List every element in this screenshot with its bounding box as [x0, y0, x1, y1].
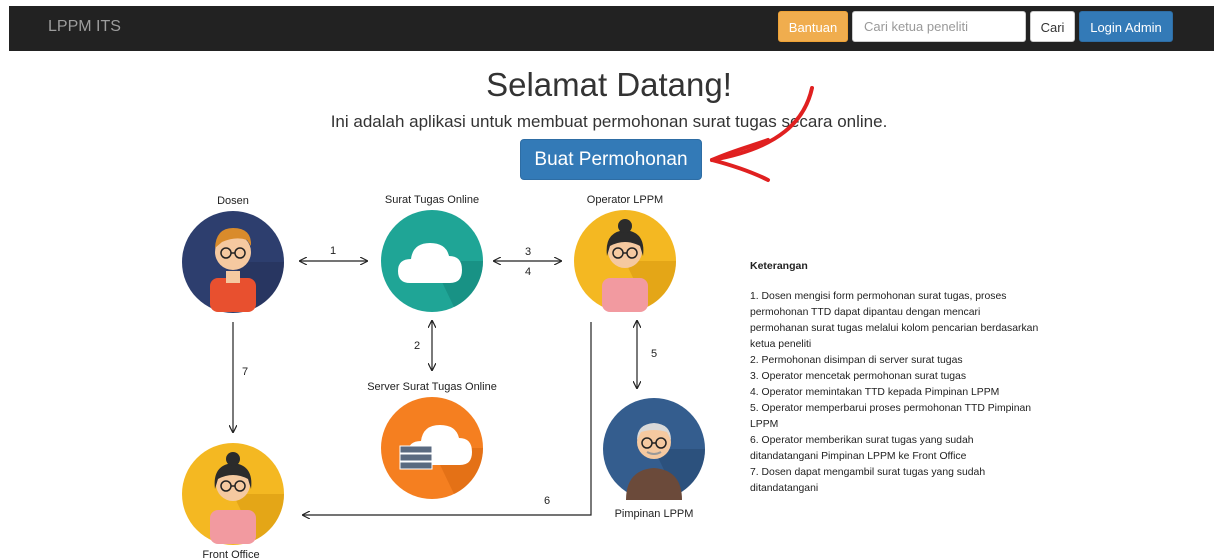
pimpinan-label: Pimpinan LPPM: [615, 508, 694, 520]
front-office-avatar-icon: [182, 443, 284, 545]
surat-online-label: Surat Tugas Online: [385, 194, 479, 206]
pimpinan-node: Pimpinan LPPM: [603, 398, 705, 520]
server-node: Server Surat Tugas Online: [367, 381, 497, 499]
step-1-label: 1: [330, 245, 336, 257]
dosen-node: Dosen: [182, 195, 284, 313]
front-office-node: Front Office: [182, 443, 284, 559]
step-3-label: 3: [525, 246, 531, 258]
note-item: 4. Operator memintakan TTD kepada Pimpin…: [750, 387, 1000, 398]
legend-notes: Keterangan 1. Dosen mengisi form permoho…: [750, 258, 1040, 497]
pimpinan-avatar-icon: [603, 398, 705, 500]
step-2-label: 2: [414, 340, 420, 352]
note-item: 2. Permohonan disimpan di server surat t…: [750, 355, 963, 366]
cloud-icon: [381, 210, 483, 312]
notes-title: Keterangan: [750, 260, 808, 272]
operator-avatar-icon: [574, 210, 676, 312]
note-item: 5. Operator memperbarui proses permohona…: [750, 403, 1032, 430]
surat-online-node: Surat Tugas Online: [381, 194, 483, 312]
dosen-avatar-icon: [182, 211, 284, 313]
note-item: 3. Operator mencetak permohonan surat tu…: [750, 371, 967, 382]
dosen-label: Dosen: [217, 195, 249, 207]
note-item: 6. Operator memberikan surat tugas yang …: [750, 435, 974, 462]
step-5-label: 5: [651, 348, 657, 360]
step-6-label: 6: [544, 495, 550, 507]
red-pointer-arrow: [710, 86, 814, 182]
operator-label: Operator LPPM: [587, 194, 663, 206]
step-7-label: 7: [242, 366, 248, 378]
server-label: Server Surat Tugas Online: [367, 381, 497, 393]
server-cloud-icon: [381, 397, 483, 499]
step-4-label: 4: [525, 266, 531, 278]
note-item: 1. Dosen mengisi form permohonan surat t…: [750, 291, 1039, 350]
note-item: 7. Dosen dapat mengambil surat tugas yan…: [750, 467, 986, 494]
operator-node: Operator LPPM: [574, 194, 676, 312]
front-office-label: Front Office: [202, 549, 259, 559]
